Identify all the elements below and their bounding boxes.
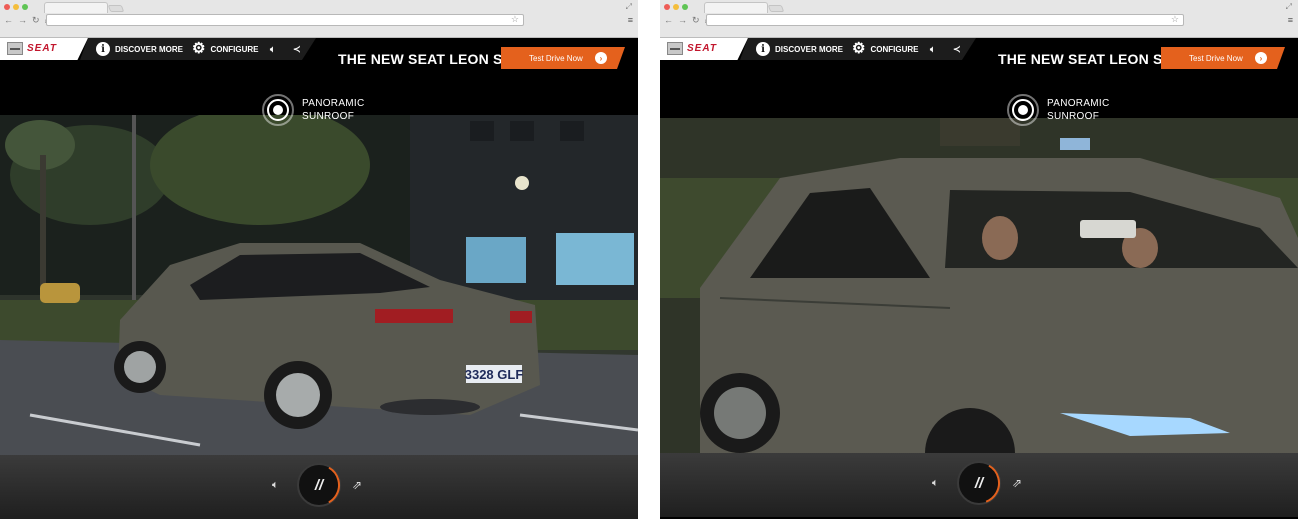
- feature-label: PANORAMIC SUNROOF: [1047, 97, 1110, 123]
- sound-button[interactable]: 🔈︎: [270, 38, 275, 60]
- feature-line-1: PANORAMIC: [302, 98, 365, 109]
- browser-menu-icon[interactable]: ≡: [628, 15, 633, 25]
- back-icon[interactable]: ←: [664, 16, 673, 25]
- feature-line-2: SUNROOF: [1047, 111, 1100, 122]
- browser-menu-icon[interactable]: ≡: [1288, 15, 1293, 25]
- video-controls: 🔈︎ // ⇗: [660, 453, 1298, 517]
- brand-name: SEAT: [27, 43, 57, 54]
- bookmark-star-icon[interactable]: ☆: [511, 14, 519, 25]
- sound-button[interactable]: 🔈︎: [930, 38, 935, 60]
- seat-logo[interactable]: SEAT: [0, 38, 88, 60]
- site-header: SEAT i DISCOVER MORE ⚙ CONFIGURE 🔈︎ ≺ TH…: [660, 38, 1298, 71]
- window-controls: [664, 4, 688, 10]
- site-header: SEAT i DISCOVER MORE ⚙ CONFIGURE 🔈︎ ≺ TH…: [0, 38, 638, 71]
- minimize-window-button[interactable]: [673, 4, 679, 10]
- browser-nav: ← → ↻ ⌂: [4, 16, 50, 25]
- configure-link[interactable]: ⚙ CONFIGURE: [852, 38, 918, 60]
- browser-tab[interactable]: [704, 2, 768, 13]
- fullscreen-icon[interactable]: ⤢: [1286, 2, 1292, 12]
- speaker-icon[interactable]: 🔈︎: [272, 479, 279, 492]
- discover-more-label: DISCOVER MORE: [115, 44, 184, 54]
- new-tab-button[interactable]: [767, 5, 785, 12]
- browser-window-right: ⤢ ← → ↻ ⌂ ☆ ≡ SEAT i DISCOVER MORE ⚙ CON…: [660, 0, 1298, 519]
- new-tab-button[interactable]: [107, 5, 125, 12]
- browser-chrome: ⤢ ← → ↻ ⌂ ☆ ≡: [0, 0, 638, 38]
- chevron-right-icon: ›: [1255, 52, 1267, 64]
- test-drive-button[interactable]: Test Drive Now ›: [501, 47, 625, 69]
- video-frame[interactable]: 3328 GLF: [0, 115, 638, 455]
- share-icon[interactable]: ⇗: [352, 478, 362, 492]
- seat-logo-icon: [7, 42, 23, 55]
- close-window-button[interactable]: [664, 4, 670, 10]
- share-icon: ≺: [953, 43, 961, 54]
- chevron-right-icon: ›: [595, 52, 607, 64]
- seat-logo[interactable]: SEAT: [660, 38, 748, 60]
- address-bar[interactable]: ☆: [46, 14, 524, 26]
- browser-nav: ← → ↻ ⌂: [664, 16, 710, 25]
- zoom-window-button[interactable]: [22, 4, 28, 10]
- feature-badge[interactable]: PANORAMIC SUNROOF: [1007, 94, 1110, 126]
- test-drive-label: Test Drive Now: [1189, 53, 1243, 63]
- share-button[interactable]: ≺: [953, 38, 961, 60]
- pause-button[interactable]: //: [297, 463, 341, 507]
- share-button[interactable]: ≺: [293, 38, 301, 60]
- info-icon: i: [96, 42, 110, 56]
- feature-line-2: SUNROOF: [302, 111, 355, 122]
- sunroof-icon: [1007, 94, 1039, 126]
- test-drive-button[interactable]: Test Drive Now ›: [1161, 47, 1285, 69]
- discover-more-link[interactable]: i DISCOVER MORE: [96, 38, 183, 60]
- address-bar[interactable]: ☆: [706, 14, 1184, 26]
- speaker-icon: 🔈︎: [930, 43, 936, 54]
- gear-icon: ⚙: [852, 40, 866, 57]
- share-icon[interactable]: ⇗: [1012, 476, 1022, 490]
- page-headline: THE NEW SEAT LEON ST: [338, 51, 512, 67]
- forward-icon[interactable]: →: [678, 16, 687, 25]
- reload-icon[interactable]: ↻: [32, 16, 40, 25]
- feature-badge[interactable]: PANORAMIC SUNROOF: [262, 94, 365, 126]
- video-frame[interactable]: [660, 118, 1298, 453]
- gear-icon: ⚙: [192, 40, 206, 57]
- feature-line-1: PANORAMIC: [1047, 98, 1110, 109]
- fullscreen-icon[interactable]: ⤢: [626, 2, 632, 12]
- license-plate: 3328 GLF: [465, 367, 524, 382]
- car-interior-scene: [660, 118, 1298, 453]
- feature-label: PANORAMIC SUNROOF: [302, 97, 365, 123]
- back-icon[interactable]: ←: [4, 16, 13, 25]
- speaker-icon: 🔈︎: [270, 43, 276, 54]
- test-drive-label: Test Drive Now: [529, 53, 583, 63]
- night-street-scene: 3328 GLF: [0, 115, 638, 455]
- speaker-icon[interactable]: 🔈︎: [932, 477, 939, 490]
- brand-name: SEAT: [687, 43, 717, 54]
- share-icon: ≺: [293, 43, 301, 54]
- bookmark-star-icon[interactable]: ☆: [1171, 14, 1179, 25]
- minimize-window-button[interactable]: [13, 4, 19, 10]
- pause-button[interactable]: //: [957, 461, 1001, 505]
- browser-tab[interactable]: [44, 2, 108, 13]
- zoom-window-button[interactable]: [682, 4, 688, 10]
- info-icon: i: [756, 42, 770, 56]
- close-window-button[interactable]: [4, 4, 10, 10]
- forward-icon[interactable]: →: [18, 16, 27, 25]
- reload-icon[interactable]: ↻: [692, 16, 700, 25]
- discover-more-label: DISCOVER MORE: [775, 44, 844, 54]
- seat-logo-icon: [667, 42, 683, 55]
- page-headline: THE NEW SEAT LEON ST: [998, 51, 1172, 67]
- browser-window-left: ⤢ ← → ↻ ⌂ ☆ ≡ SEAT i DISCOVER MORE ⚙ CON…: [0, 0, 638, 519]
- configure-label: CONFIGURE: [210, 44, 259, 54]
- progress-ring: [298, 464, 340, 506]
- browser-chrome: ⤢ ← → ↻ ⌂ ☆ ≡: [660, 0, 1298, 38]
- configure-link[interactable]: ⚙ CONFIGURE: [192, 38, 258, 60]
- progress-ring: [958, 462, 1000, 504]
- video-controls: 🔈︎ // ⇗: [0, 455, 638, 519]
- discover-more-link[interactable]: i DISCOVER MORE: [756, 38, 843, 60]
- sunroof-icon: [262, 94, 294, 126]
- window-controls: [4, 4, 28, 10]
- configure-label: CONFIGURE: [870, 44, 919, 54]
